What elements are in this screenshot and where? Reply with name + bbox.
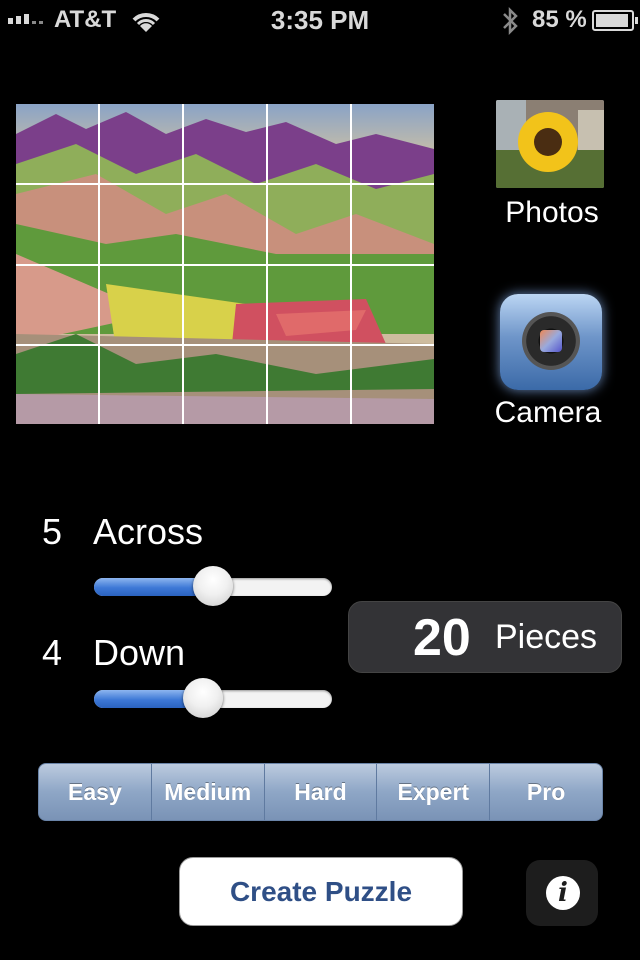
camera-label[interactable]: Camera: [470, 396, 626, 430]
landscape-painting: [16, 104, 434, 424]
across-label: Across: [93, 511, 204, 552]
pieces-label: Pieces: [495, 618, 598, 656]
pieces-count: 20: [413, 609, 471, 667]
info-icon: i: [546, 876, 580, 910]
pieces-count-box: 20 Pieces: [348, 601, 622, 673]
info-button[interactable]: i: [526, 860, 598, 926]
down-slider[interactable]: [94, 678, 332, 718]
puzzle-preview-image[interactable]: [16, 104, 434, 424]
photos-button[interactable]: [496, 100, 604, 188]
down-value: 4: [42, 632, 63, 673]
across-slider[interactable]: [94, 566, 332, 606]
camera-lens-icon: [540, 330, 562, 352]
battery-percent: 85 %: [532, 6, 587, 33]
difficulty-easy[interactable]: Easy: [39, 764, 152, 820]
difficulty-segmented-control: Easy Medium Hard Expert Pro: [38, 763, 603, 821]
difficulty-expert[interactable]: Expert: [377, 764, 491, 820]
camera-button[interactable]: [500, 294, 602, 390]
sunflower-photo-icon: [496, 100, 604, 188]
status-bar: AT&T 3:35 PM 85 %: [0, 0, 640, 40]
difficulty-medium[interactable]: Medium: [152, 764, 265, 820]
photos-label[interactable]: Photos: [470, 196, 634, 230]
across-value: 5: [42, 511, 63, 552]
down-label: Down: [93, 632, 186, 673]
down-slider-thumb[interactable]: [183, 678, 224, 718]
across-slider-thumb[interactable]: [193, 566, 233, 606]
create-puzzle-button[interactable]: Create Puzzle: [179, 857, 463, 926]
bluetooth-icon: [503, 6, 518, 36]
difficulty-hard[interactable]: Hard: [265, 764, 378, 820]
battery-icon: [592, 10, 638, 31]
difficulty-pro[interactable]: Pro: [490, 764, 602, 820]
